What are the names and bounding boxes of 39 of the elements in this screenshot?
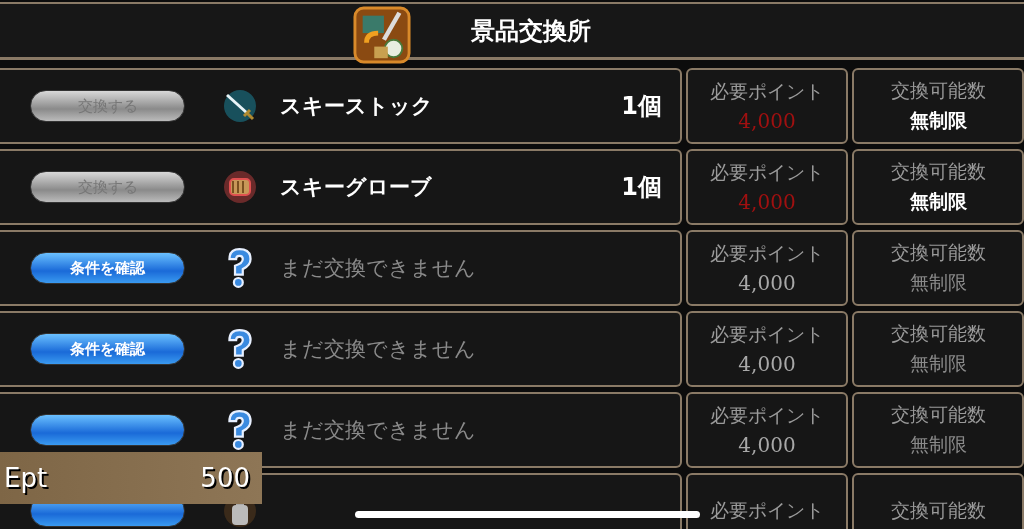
points-value: 4,000 [738,109,796,133]
limit-label: 交換可能数 [890,78,986,103]
exchange-button[interactable]: 条件を確認 [30,252,185,284]
points-label: 必要ポイント [710,322,824,347]
limit-value: 無制限 [909,351,967,376]
limit-label: 交換可能数 [890,402,986,427]
item-name: まだ交換できません [280,255,476,282]
points-balance-label: Ept [4,463,48,493]
points-balance-value: 500 [200,463,250,493]
limit-label: 交換可能数 [890,159,986,184]
screen-title: 景品交換所 [471,15,591,47]
limit-value: 無制限 [909,108,967,133]
points-value: 4,000 [738,352,796,376]
points-value: 4,000 [738,433,796,457]
points-label: 必要ポイント [710,498,824,523]
item-count: 1個 [621,172,662,203]
points-label: 必要ポイント [710,160,824,185]
limit-value: 無制限 [909,270,967,295]
item-name: スキーストック [280,93,433,120]
limit-label: 交換可能数 [890,498,986,523]
exchange-button[interactable] [30,414,185,446]
question-mark-icon [228,329,252,369]
limit-value: 無制限 [909,432,967,457]
points-label: 必要ポイント [710,403,824,428]
limit-value: 無制限 [909,189,967,214]
item-name: スキーグローブ [280,174,432,201]
shop-icon [353,5,411,64]
limit-label: 交換可能数 [890,240,986,265]
exchange-button[interactable]: 条件を確認 [30,333,185,365]
item-name: まだ交換できません [280,417,476,444]
question-mark-icon [228,248,252,288]
points-label: 必要ポイント [710,79,824,104]
points-value: 4,000 [738,190,796,214]
points-label: 必要ポイント [710,241,824,266]
item-count: 1個 [621,91,662,122]
item-name: まだ交換できません [280,336,476,363]
limit-label: 交換可能数 [890,321,986,346]
points-value: 4,000 [738,271,796,295]
question-mark-icon [228,410,252,450]
